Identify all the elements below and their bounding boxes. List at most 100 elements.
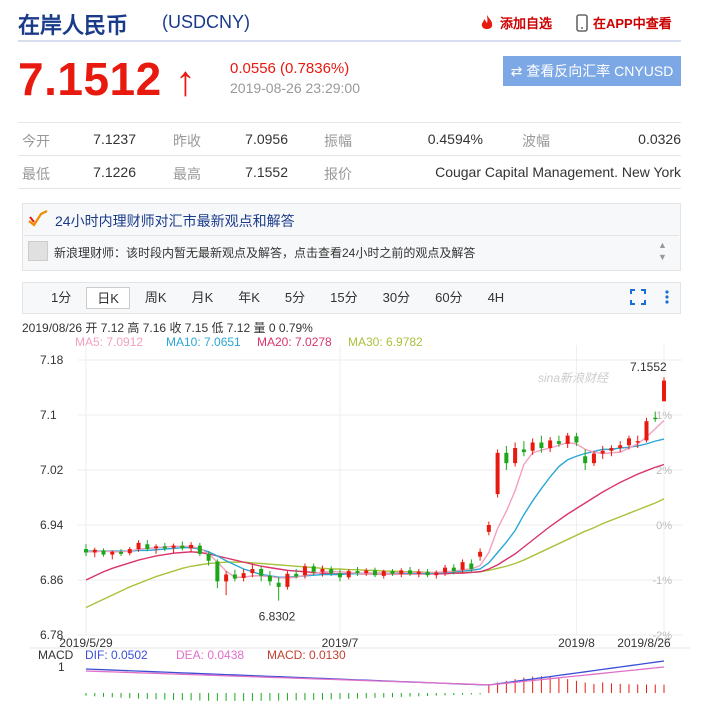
quote-time: 2019-08-26 23:29:00 (230, 80, 360, 96)
pct-tick-label: -1% (652, 575, 672, 587)
low-label: 最低 (22, 166, 50, 182)
trend-icon (28, 210, 48, 227)
macd-legend-title: MACD (38, 648, 74, 662)
reverse-rate-button[interactable]: ⇄ 查看反向汇率 CNYUSD (503, 56, 681, 86)
opinion-divider (24, 235, 679, 236)
candle (276, 582, 281, 587)
candle (425, 571, 430, 576)
candle (119, 551, 124, 554)
candle (127, 549, 132, 554)
advisor-opinion-text[interactable]: 新浪理财师：该时段内暂无最新观点及解答，点击查看24小时之前的观点及解答 (54, 244, 644, 261)
quote-source-label: 报价 (324, 166, 352, 182)
candle (241, 573, 246, 578)
low-mark-label: 6.8302 (259, 610, 296, 624)
candle (478, 551, 483, 557)
amplitude-label: 振幅 (324, 133, 352, 149)
more-icon[interactable] (660, 289, 674, 305)
stats-mid-border (18, 155, 681, 156)
candle (154, 546, 159, 549)
candle (215, 561, 220, 582)
candle (285, 573, 290, 587)
candle (451, 567, 456, 572)
ma5-line (86, 419, 665, 579)
scroll-arrows-icon[interactable]: ▲ ▼ (658, 239, 667, 263)
quote-source-value: Cougar Capital Management. New York (435, 164, 681, 180)
candle (486, 525, 491, 532)
candle (390, 571, 395, 574)
high-mark-label: 7.1552 (630, 360, 667, 374)
candle (180, 545, 185, 549)
candle (539, 442, 544, 448)
current-price: 7.1512 ↑ (18, 52, 196, 106)
advisor-opinion-title[interactable]: 24小时内理财师对汇市最新观点和解答 (55, 211, 295, 231)
open-in-app-label: 在APP中查看 (593, 16, 672, 31)
open-in-app-button[interactable]: 在APP中查看 (575, 13, 672, 32)
candle (373, 570, 377, 576)
y-tick-label: 6.94 (40, 518, 64, 532)
candle (171, 545, 176, 548)
candle (469, 563, 474, 569)
ma20-line (85, 463, 665, 581)
candle (556, 441, 561, 444)
prev-close-label: 昨收 (173, 133, 201, 149)
candle (434, 572, 439, 576)
candle (408, 570, 413, 574)
candle (626, 438, 631, 446)
high-value: 7.1552 (245, 164, 288, 180)
candle (92, 549, 97, 553)
up-arrow-icon: ↑ (174, 57, 197, 104)
page-title: 在岸人民币 (18, 13, 129, 38)
tab-4[interactable]: 年K (228, 287, 270, 309)
prev-close-value: 7.0956 (245, 131, 288, 147)
tab-8[interactable]: 60分 (425, 287, 472, 309)
dif-legend: DIF: 0.0502 (85, 648, 148, 662)
candle (364, 570, 369, 574)
candle (267, 575, 272, 582)
candle (399, 570, 404, 574)
y-tick-label: 7.18 (40, 353, 64, 367)
fire-icon (481, 14, 493, 29)
tab-2[interactable]: 周K (135, 287, 177, 309)
open-value: 7.1237 (93, 131, 136, 147)
tab-9[interactable]: 4H (478, 287, 515, 309)
tab-3[interactable]: 月K (182, 287, 224, 309)
macd-value-legend: MACD: 0.0130 (267, 648, 346, 662)
candle (416, 571, 421, 574)
candle (504, 452, 509, 464)
candle (443, 567, 448, 573)
candle (206, 553, 211, 561)
y-tick-label: 7.02 (40, 463, 64, 477)
candle (197, 545, 202, 554)
candle (495, 452, 500, 495)
watermark-logo: sina新浪财经 (538, 371, 610, 385)
candle (250, 569, 255, 574)
amplitude-value: 0.4594% (427, 131, 483, 147)
low-value: 7.1226 (93, 164, 136, 180)
candle (591, 453, 596, 464)
candle (346, 571, 351, 578)
candle (232, 574, 237, 579)
candle (294, 573, 299, 577)
fullscreen-icon[interactable] (630, 289, 646, 305)
header-divider (18, 40, 681, 42)
tab-6[interactable]: 15分 (320, 287, 367, 309)
candle (574, 436, 579, 443)
phone-icon (576, 13, 588, 32)
candle (329, 569, 334, 574)
volatility-value: 0.0326 (638, 131, 681, 147)
candle (644, 421, 649, 441)
tab-1[interactable]: 日K (86, 287, 130, 309)
avatar (28, 241, 48, 261)
dea-line (85, 666, 665, 686)
tab-0[interactable]: 1分 (41, 287, 81, 309)
candle (224, 574, 229, 582)
tab-7[interactable]: 30分 (373, 287, 420, 309)
volatility-label: 波幅 (522, 133, 550, 149)
add-watchlist-button[interactable]: 添加自选 (478, 13, 552, 32)
candle (302, 566, 307, 576)
macd-y-tick: 1 (58, 660, 65, 674)
candle (259, 569, 264, 576)
candle (311, 566, 316, 572)
candle (513, 448, 518, 464)
tab-5[interactable]: 5分 (275, 287, 315, 309)
